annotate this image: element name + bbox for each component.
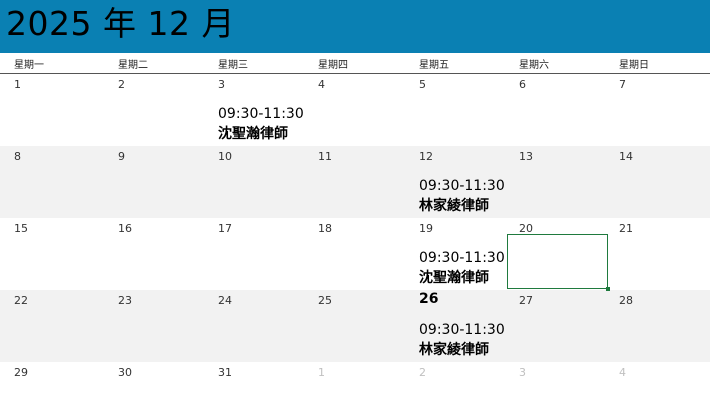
day-number: 2: [118, 78, 125, 91]
event-title: 林家綾律師: [419, 342, 489, 358]
day-number: 3: [519, 366, 526, 379]
day-cell[interactable]: 18: [318, 218, 418, 290]
day-cell[interactable]: 10: [218, 146, 318, 218]
selected-cell-outline[interactable]: [507, 234, 610, 291]
calendar-event[interactable]: 09:30-11:30 林家綾律師: [419, 320, 505, 360]
event-time: 09:30-11:30: [419, 178, 505, 194]
day-cell[interactable]: 3: [519, 362, 619, 401]
day-cell[interactable]: 31: [218, 362, 318, 401]
week-row-4: 22 23 24 25 26 09:30-11:30 林家綾律師 27 28: [0, 290, 710, 362]
event-time: 09:30-11:30: [419, 322, 505, 338]
day-cell[interactable]: 7: [619, 74, 710, 146]
day-cell[interactable]: 27: [519, 290, 619, 362]
calendar-event[interactable]: 09:30-11:30 林家綾律師: [419, 176, 505, 216]
day-cell[interactable]: 1: [14, 74, 114, 146]
day-number: 31: [218, 366, 232, 379]
day-number: 14: [619, 150, 633, 163]
day-cell[interactable]: 2: [118, 74, 218, 146]
week-row-1: 1 2 3 09:30-11:30 沈聖瀚律師 4 5 6 7: [0, 74, 710, 146]
event-title: 林家綾律師: [419, 198, 489, 214]
calendar-header: 2025 年 12 月: [0, 0, 710, 53]
day-number: 21: [619, 222, 633, 235]
day-number: 18: [318, 222, 332, 235]
event-time: 09:30-11:30: [419, 250, 505, 266]
calendar-event[interactable]: 09:30-11:30 沈聖瀚律師: [419, 248, 505, 288]
day-cell[interactable]: 3 09:30-11:30 沈聖瀚律師: [218, 74, 318, 146]
day-number: 3: [218, 78, 225, 91]
event-title: 沈聖瀚律師: [218, 126, 288, 142]
day-number: 15: [14, 222, 28, 235]
event-title: 沈聖瀚律師: [419, 270, 489, 286]
day-number: 22: [14, 294, 28, 307]
day-number: 17: [218, 222, 232, 235]
day-cell[interactable]: 28: [619, 290, 710, 362]
day-cell[interactable]: 15: [14, 218, 114, 290]
day-cell[interactable]: 8: [14, 146, 114, 218]
day-number: 5: [419, 78, 426, 91]
week-row-5: 29 30 31 1 2 3 4: [0, 362, 710, 401]
day-number: 2: [419, 366, 426, 379]
day-cell[interactable]: 9: [118, 146, 218, 218]
day-number: 9: [118, 150, 125, 163]
day-number: 27: [519, 294, 533, 307]
day-number: 4: [619, 366, 626, 379]
day-cell[interactable]: 23: [118, 290, 218, 362]
day-cell[interactable]: 25: [318, 290, 418, 362]
day-cell[interactable]: 24: [218, 290, 318, 362]
calendar-event[interactable]: 09:30-11:30 沈聖瀚律師: [218, 104, 304, 144]
day-number: 6: [519, 78, 526, 91]
day-number: 23: [118, 294, 132, 307]
day-number: 8: [14, 150, 21, 163]
calendar-title: 2025 年 12 月: [6, 4, 235, 43]
weekday-sat: 星期六: [519, 60, 549, 71]
day-cell[interactable]: 1: [318, 362, 418, 401]
day-number: 7: [619, 78, 626, 91]
day-number: 30: [118, 366, 132, 379]
weekday-mon: 星期一: [14, 60, 44, 71]
day-cell[interactable]: 21: [619, 218, 710, 290]
weekday-tue: 星期二: [118, 60, 148, 71]
day-cell[interactable]: 29: [14, 362, 114, 401]
weekday-fri: 星期五: [419, 60, 449, 71]
day-number: 19: [419, 222, 433, 235]
day-number: 1: [318, 366, 325, 379]
day-cell[interactable]: 11: [318, 146, 418, 218]
day-cell[interactable]: 12 09:30-11:30 林家綾律師: [419, 146, 519, 218]
day-number: 26: [419, 291, 439, 307]
day-cell[interactable]: 22: [14, 290, 114, 362]
weekday-wed: 星期三: [218, 60, 248, 71]
weekday-thu: 星期四: [318, 60, 348, 71]
weekday-header-row: 星期一 星期二 星期三 星期四 星期五 星期六 星期日: [0, 53, 710, 74]
day-number: 10: [218, 150, 232, 163]
day-number: 12: [419, 150, 433, 163]
day-cell[interactable]: 26 09:30-11:30 林家綾律師: [419, 290, 519, 362]
day-cell[interactable]: 14: [619, 146, 710, 218]
day-number: 24: [218, 294, 232, 307]
day-number: 13: [519, 150, 533, 163]
day-number: 29: [14, 366, 28, 379]
day-cell[interactable]: 2: [419, 362, 519, 401]
day-number: 4: [318, 78, 325, 91]
day-number: 25: [318, 294, 332, 307]
day-cell[interactable]: 19 09:30-11:30 沈聖瀚律師: [419, 218, 519, 290]
day-cell[interactable]: 13: [519, 146, 619, 218]
day-cell[interactable]: 16: [118, 218, 218, 290]
day-cell[interactable]: 17: [218, 218, 318, 290]
day-number: 11: [318, 150, 332, 163]
fill-handle[interactable]: [606, 287, 610, 291]
day-cell[interactable]: 4: [619, 362, 710, 401]
day-cell[interactable]: 30: [118, 362, 218, 401]
day-number: 28: [619, 294, 633, 307]
day-cell[interactable]: 6: [519, 74, 619, 146]
week-row-2: 8 9 10 11 12 09:30-11:30 林家綾律師 13 14: [0, 146, 710, 218]
event-time: 09:30-11:30: [218, 106, 304, 122]
day-cell[interactable]: 5: [419, 74, 519, 146]
day-cell[interactable]: 4: [318, 74, 418, 146]
day-number: 1: [14, 78, 21, 91]
day-number: 16: [118, 222, 132, 235]
weekday-sun: 星期日: [619, 60, 649, 71]
